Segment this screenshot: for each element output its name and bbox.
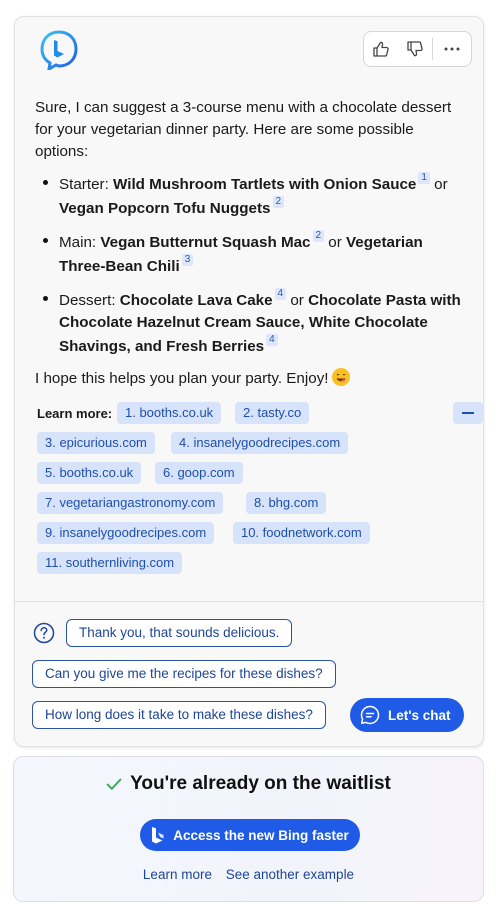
- suggestion-button[interactable]: Thank you, that sounds delicious.: [66, 619, 293, 647]
- bing-logo-icon: [40, 30, 78, 70]
- citation-link[interactable]: 4: [274, 288, 287, 300]
- citation-link[interactable]: 2: [312, 230, 325, 242]
- closing-text: I hope this helps you plan your party. E…: [35, 368, 465, 390]
- thumbs-up-button[interactable]: [364, 32, 398, 66]
- chat-response-card: Sure, I can suggest a 3-course menu with…: [14, 16, 484, 747]
- source-chip[interactable]: 4. insanelygoodrecipes.com: [171, 432, 349, 454]
- more-options-icon: [444, 47, 460, 51]
- lets-chat-button[interactable]: Let's chat: [350, 698, 464, 732]
- citation-link[interactable]: 3: [181, 254, 194, 266]
- citation-link[interactable]: 4: [266, 334, 278, 346]
- source-chip[interactable]: 2. tasty.co: [235, 402, 310, 424]
- source-chip[interactable]: 6. goop.com: [155, 462, 243, 484]
- source-chip[interactable]: 10. foodnetwork.com: [233, 522, 370, 544]
- see-another-example-link[interactable]: See another example: [226, 867, 354, 882]
- course-option: Vegan Butternut Squash Mac: [100, 234, 311, 251]
- response-message: Sure, I can suggest a 3-course menu with…: [35, 97, 465, 390]
- source-chip[interactable]: 7. vegetariangastronomy.com: [37, 492, 224, 514]
- course-option: Wild Mushroom Tartlets with Onion Sauce: [113, 176, 417, 193]
- waitlist-title-text: You're already on the waitlist: [130, 773, 391, 794]
- course-option: Chocolate Lava Cake: [119, 292, 273, 309]
- course-label: Starter:: [59, 176, 114, 193]
- source-chip[interactable]: 9. insanelygoodrecipes.com: [37, 522, 215, 544]
- question-icon: [33, 622, 55, 644]
- course-list: Starter: Wild Mushroom Tartlets with Oni…: [35, 172, 465, 358]
- source-chip[interactable]: 8. bhg.com: [246, 492, 327, 514]
- thumbs-down-icon: [407, 41, 423, 57]
- check-icon: [106, 778, 122, 790]
- joiner-text: or: [429, 176, 448, 193]
- thumbs-down-button[interactable]: [398, 32, 432, 66]
- list-item: Dessert: Chocolate Lava Cake 4 or Chocola…: [35, 288, 465, 358]
- thumbs-up-icon: [373, 41, 389, 57]
- joiner-text: or: [286, 292, 309, 309]
- more-options-button[interactable]: [433, 32, 471, 66]
- learn-more-label: Learn more:: [37, 406, 113, 421]
- intro-text: Sure, I can suggest a 3-course menu with…: [35, 99, 452, 160]
- course-label: Main:: [59, 234, 101, 251]
- source-chip[interactable]: 5. booths.co.uk: [37, 462, 142, 484]
- waitlist-links: Learn more See another example: [14, 867, 483, 882]
- collapse-sources-button[interactable]: [453, 402, 483, 424]
- yum-face-emoji: [331, 368, 350, 386]
- waitlist-panel: You're already on the waitlist Access th…: [13, 756, 484, 902]
- lets-chat-label: Let's chat: [388, 707, 451, 723]
- feedback-toolbar: [363, 31, 472, 67]
- access-button-label: Access the new Bing faster: [173, 827, 349, 843]
- card-divider: [15, 601, 483, 602]
- list-item: Main: Vegan Butternut Squash Mac 2 or Veg…: [35, 230, 465, 278]
- joiner-text: or: [324, 234, 347, 251]
- source-chip[interactable]: 3. epicurious.com: [37, 432, 155, 454]
- closing-sentence: I hope this helps you plan your party. E…: [35, 370, 329, 387]
- waitlist-title: You're already on the waitlist: [14, 773, 483, 795]
- minus-icon: [462, 412, 474, 414]
- citation-link[interactable]: 2: [272, 196, 285, 208]
- course-label: Dessert:: [59, 292, 120, 309]
- bing-b-icon: [152, 827, 164, 844]
- suggestion-button[interactable]: Can you give me the recipes for these di…: [32, 660, 336, 688]
- chat-bubble-icon: [360, 705, 380, 725]
- learn-more-link[interactable]: Learn more: [143, 867, 212, 882]
- list-item: Starter: Wild Mushroom Tartlets with Oni…: [35, 172, 465, 220]
- suggestion-button[interactable]: How long does it take to make these dish…: [32, 701, 326, 729]
- source-chip[interactable]: 1. booths.co.uk: [117, 402, 222, 424]
- course-option: Vegan Popcorn Tofu Nuggets: [59, 200, 271, 217]
- source-chip[interactable]: 11. southernliving.com: [37, 552, 183, 574]
- citation-link[interactable]: 1: [418, 172, 430, 184]
- access-bing-faster-button[interactable]: Access the new Bing faster: [140, 819, 360, 851]
